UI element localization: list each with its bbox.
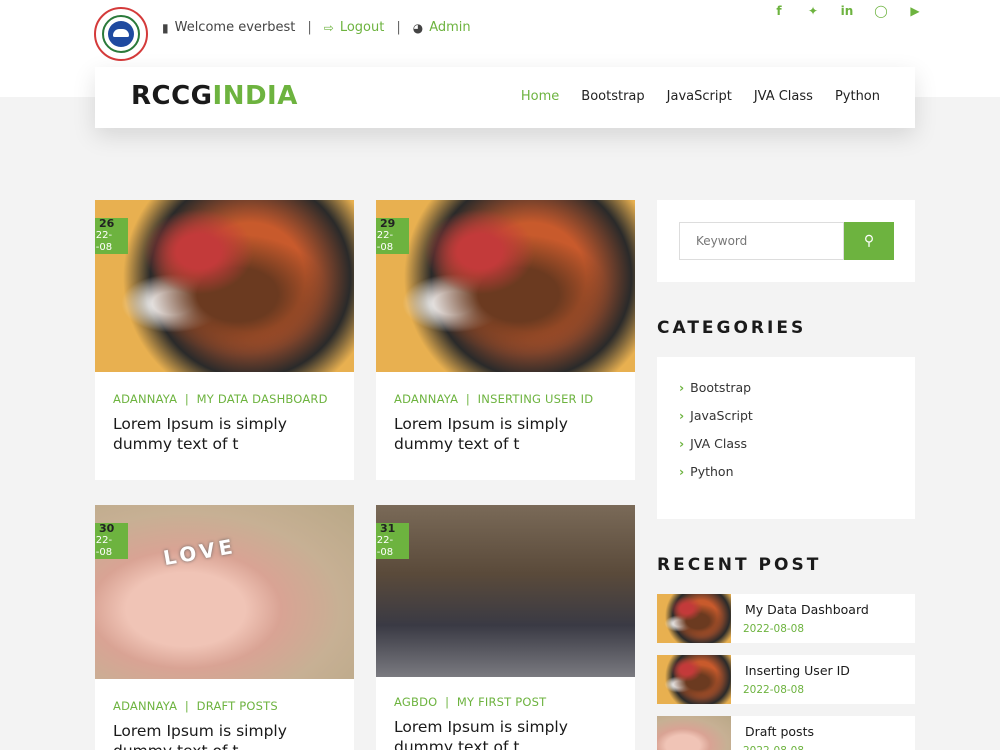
category-label: Bootstrap xyxy=(690,380,752,395)
categories-widget: › Bootstrap › JavaScript › JVA Class › Pytho… xyxy=(657,357,915,519)
linkedin-icon[interactable]: in xyxy=(830,4,864,18)
top-user-bar: ▮ Welcome everbest | ⇨ Logout | ◕ Admin xyxy=(162,20,471,35)
divider: | xyxy=(396,20,401,35)
logo-dove-emblem xyxy=(108,21,134,47)
category-item[interactable]: › Python xyxy=(679,464,893,479)
search-input[interactable]: Keyword xyxy=(679,222,844,260)
nav-javascript[interactable]: JavaScript xyxy=(667,89,732,104)
post-title[interactable]: Lorem Ipsum is simply dummy text of t xyxy=(113,721,336,750)
nav-python[interactable]: Python xyxy=(835,89,880,104)
post-category[interactable]: DRAFT POSTS xyxy=(197,699,278,713)
chevron-right-icon: › xyxy=(679,408,685,423)
twitter-icon[interactable]: ✦ xyxy=(796,4,830,18)
post-category[interactable]: MY DATA DASHBOARD xyxy=(197,392,328,406)
category-item[interactable]: › JavaScript xyxy=(679,408,893,423)
post-card[interactable]: 26 2022-08-08 ADANNAYA | MY DATA DASHBOA… xyxy=(95,200,354,480)
dashboard-icon: ◕ xyxy=(412,20,424,35)
post-category[interactable]: MY FIRST POST xyxy=(457,695,547,709)
nav-links: Home Bootstrap JavaScript JVA Class Pyth… xyxy=(499,89,880,104)
date-badge: 31 2022-08-08 xyxy=(376,523,409,559)
chevron-right-icon: › xyxy=(679,436,685,451)
divider: | xyxy=(307,20,312,35)
post-meta: AGBDO | MY FIRST POST xyxy=(394,695,547,709)
church-logo-icon[interactable] xyxy=(94,7,148,61)
recent-post-thumbnail[interactable] xyxy=(657,716,731,750)
nav-bootstrap[interactable]: Bootstrap xyxy=(581,89,644,104)
post-image[interactable]: 26 2022-08-08 xyxy=(95,200,354,372)
image-love-text: LOVE xyxy=(161,533,239,571)
search-widget: Keyword ⚲ xyxy=(657,200,915,282)
badge-day: 26 xyxy=(99,217,115,230)
recent-post-item[interactable]: Draft posts 2022-08-08 xyxy=(657,716,915,750)
post-card[interactable]: LOVE 30 2022-08-08 ADANNAYA | DRAFT POST… xyxy=(95,505,354,750)
logout-link[interactable]: Logout xyxy=(340,20,385,35)
recent-post-title[interactable]: My Data Dashboard xyxy=(745,602,869,617)
badge-date: 2022-08-08 xyxy=(376,230,394,253)
post-category[interactable]: INSERTING USER ID xyxy=(478,392,594,406)
post-meta: ADANNAYA | MY DATA DASHBOARD xyxy=(113,392,328,406)
chevron-right-icon: › xyxy=(679,464,685,479)
recent-post-heading: RECENT POST xyxy=(657,555,822,575)
brand-part-1: RCCG xyxy=(131,81,213,111)
search-button[interactable]: ⚲ xyxy=(844,222,894,260)
search-icon: ⚲ xyxy=(863,233,875,249)
post-author[interactable]: ADANNAYA xyxy=(394,392,458,406)
post-author[interactable]: AGBDO xyxy=(394,695,437,709)
recent-post-thumbnail[interactable] xyxy=(657,655,731,704)
nav-jva-class[interactable]: JVA Class xyxy=(754,89,813,104)
social-links: f ✦ in ◯ ▶ xyxy=(762,4,932,18)
post-title[interactable]: Lorem Ipsum is simply dummy text of t xyxy=(113,414,336,454)
facebook-icon[interactable]: f xyxy=(762,4,796,18)
category-label: JVA Class xyxy=(690,436,748,451)
post-title[interactable]: Lorem Ipsum is simply dummy text of t xyxy=(394,414,617,454)
badge-day: 31 xyxy=(380,522,396,535)
recent-post-date: 2022-08-08 xyxy=(743,623,805,635)
badge-day: 29 xyxy=(380,217,396,230)
badge-date: 2022-08-08 xyxy=(95,230,113,253)
nav-home[interactable]: Home xyxy=(521,89,559,104)
recent-post-title[interactable]: Inserting User ID xyxy=(745,663,850,678)
post-image[interactable]: 29 2022-08-08 xyxy=(376,200,635,372)
date-badge: 29 2022-08-08 xyxy=(376,218,409,254)
instagram-icon[interactable]: ◯ xyxy=(864,4,898,18)
youtube-icon[interactable]: ▶ xyxy=(898,4,932,18)
recent-post-item[interactable]: My Data Dashboard 2022-08-08 xyxy=(657,594,915,643)
post-image[interactable]: LOVE 30 2022-08-08 xyxy=(95,505,354,679)
recent-post-date: 2022-08-08 xyxy=(743,745,804,750)
badge-date: 2022-08-08 xyxy=(95,535,113,558)
post-title[interactable]: Lorem Ipsum is simply dummy text of t xyxy=(394,717,617,750)
category-label: Python xyxy=(690,464,734,479)
brand-part-2: INDIA xyxy=(212,81,298,111)
post-image[interactable]: 31 2022-08-08 xyxy=(376,505,635,677)
post-author[interactable]: ADANNAYA xyxy=(113,699,177,713)
date-badge: 30 2022-08-08 xyxy=(95,523,128,559)
recent-post-title[interactable]: Draft posts xyxy=(745,724,814,739)
recent-post-thumbnail[interactable] xyxy=(657,594,731,643)
category-label: JavaScript xyxy=(690,408,753,423)
recent-post-item[interactable]: Inserting User ID 2022-08-08 xyxy=(657,655,915,704)
category-item[interactable]: › JVA Class xyxy=(679,436,893,451)
site-brand[interactable]: RCCGINDIA xyxy=(131,81,298,111)
post-meta: ADANNAYA | DRAFT POSTS xyxy=(113,699,278,713)
category-item[interactable]: › Bootstrap xyxy=(679,380,893,395)
badge-day: 30 xyxy=(99,522,115,535)
recent-post-date: 2022-08-08 xyxy=(743,684,805,696)
main-navbar: RCCGINDIA Home Bootstrap JavaScript JVA … xyxy=(95,67,915,128)
post-author[interactable]: ADANNAYA xyxy=(113,392,177,406)
post-card[interactable]: 31 2022-08-08 AGBDO | MY FIRST POST Lore… xyxy=(376,505,635,750)
logo-inner-ring xyxy=(102,15,140,53)
logout-icon: ⇨ xyxy=(323,20,334,35)
post-card[interactable]: 29 2022-08-08 ADANNAYA | INSERTING USER … xyxy=(376,200,635,480)
chevron-right-icon: › xyxy=(679,380,685,395)
post-meta: ADANNAYA | INSERTING USER ID xyxy=(394,392,594,406)
categories-heading: CATEGORIES xyxy=(657,318,807,338)
date-badge: 26 2022-08-08 xyxy=(95,218,128,254)
user-icon: ▮ xyxy=(162,20,169,35)
badge-date: 2022-08-08 xyxy=(376,535,394,558)
welcome-text: Welcome everbest xyxy=(174,20,296,35)
admin-link[interactable]: Admin xyxy=(429,20,470,35)
